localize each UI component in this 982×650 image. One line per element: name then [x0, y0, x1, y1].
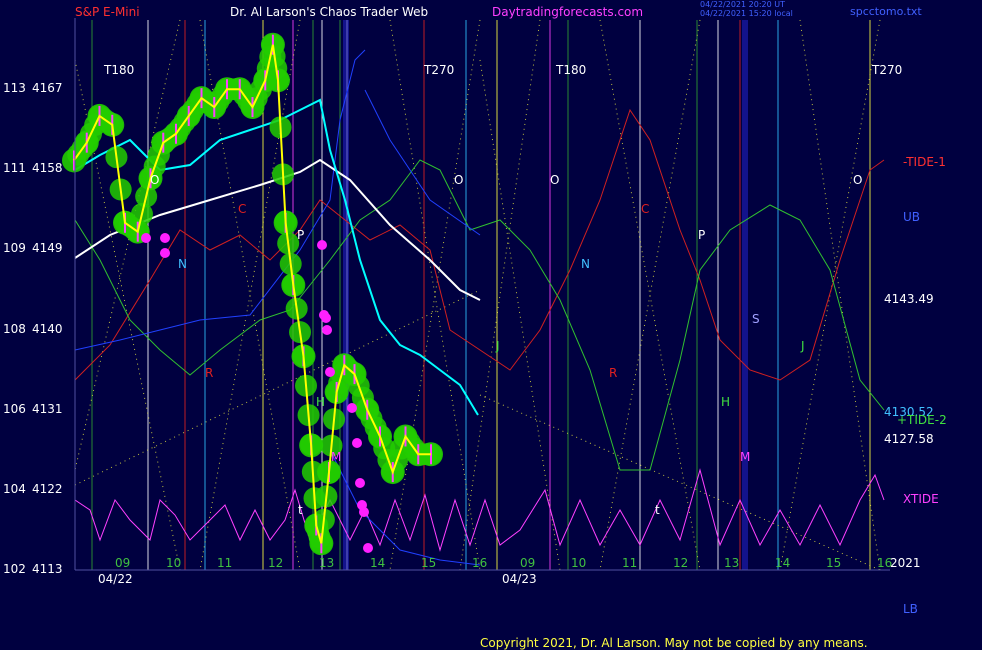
t270-marker-1: T270: [424, 63, 455, 77]
marker-j: J: [801, 339, 805, 353]
tide1-label: -TIDE-1: [903, 155, 946, 169]
x-tick-day1: 16: [472, 556, 488, 570]
value2-label: 4127.58: [884, 432, 934, 446]
x-tick-day2: 11: [622, 556, 638, 570]
x-tick-day1: 13: [319, 556, 335, 570]
t270-marker-2: T270: [872, 63, 903, 77]
y-label-esc: 108: [3, 321, 26, 336]
y-label-price: 4131: [32, 401, 63, 416]
pivot-dot: [347, 403, 357, 413]
y-label-price: 4158: [32, 161, 63, 176]
x-tick-day2: 10: [571, 556, 587, 570]
tide2-curve: [74, 159, 885, 471]
y-label-esc: 102: [3, 562, 26, 576]
x-tick-day2: 15: [826, 556, 842, 570]
symbol-label: S&P E-Mini: [75, 5, 140, 19]
pivot-dot: [325, 367, 335, 377]
marker-r: R: [205, 366, 214, 380]
marker-t: t: [298, 503, 303, 517]
marker-p: P: [698, 228, 706, 242]
t180-marker-2: T180: [556, 63, 587, 77]
x-tick-day2: 14: [775, 556, 791, 570]
x-tick-day1: 12: [268, 556, 284, 570]
y-label-esc: 104: [3, 481, 26, 496]
site-link[interactable]: Daytradingforecasts.com: [492, 5, 643, 19]
ub-curve-2: [364, 89, 481, 236]
marker-o: O: [550, 173, 560, 187]
marker-p: P: [297, 228, 305, 242]
marker-s: S: [752, 312, 760, 326]
price-series: [73, 34, 432, 554]
xtide-label: XTIDE: [903, 492, 939, 506]
marker-h: H: [316, 395, 326, 409]
pivot-dot: [141, 233, 151, 243]
xtide-curve: [74, 468, 885, 552]
x-tick-day1: 11: [217, 556, 233, 570]
chart-canvas: [62, 18, 890, 571]
timestamp-local: 04/22/2021 15:20 local: [700, 9, 793, 18]
date-day2: 04/23: [502, 572, 537, 586]
y-label-price: 4149: [32, 241, 63, 256]
x-tick-day2: 12: [673, 556, 689, 570]
year-label: 2021: [890, 556, 921, 570]
y-label-price: 4113: [32, 562, 63, 576]
x-tick-day1: 14: [370, 556, 386, 570]
timestamp-ut: 04/22/2021 20:20 UT: [700, 0, 785, 9]
t180-marker-1: T180: [104, 63, 135, 77]
marker-o: O: [853, 173, 863, 187]
y-label-esc: 109: [3, 241, 26, 256]
pivot-dot: [363, 543, 373, 553]
chart-title: Dr. Al Larson's Chaos Trader Web: [230, 5, 429, 19]
pivot-dot: [355, 478, 365, 488]
tide2-label: +TIDE-2: [897, 413, 947, 427]
y-label-esc: 111: [3, 161, 26, 176]
marker-m: M: [740, 450, 751, 464]
x-tick-day1: 10: [166, 556, 182, 570]
y-label-esc: 106: [3, 401, 26, 416]
marker-n: N: [178, 257, 187, 271]
y-label-price: 4122: [32, 481, 63, 496]
pivot-dot: [317, 240, 327, 250]
marker-c: C: [238, 202, 247, 216]
y-label-price: 4140: [32, 321, 63, 336]
fast-average: [74, 98, 479, 416]
pivot-dot: [160, 233, 170, 243]
x-tick-day2: 13: [724, 556, 740, 570]
marker-o: O: [150, 173, 160, 187]
marker-m: M: [331, 450, 342, 464]
copyright: Copyright 2021, Dr. Al Larson. May not b…: [480, 636, 868, 650]
date-day1: 04/22: [98, 572, 133, 586]
marker-o: O: [454, 173, 464, 187]
time-band: [742, 20, 748, 570]
tide1-curve: [74, 108, 885, 381]
marker-t: t: [655, 503, 660, 517]
price-line: [73, 44, 431, 544]
x-tick-day1: 15: [421, 556, 437, 570]
marker-h: H: [721, 395, 731, 409]
marker-j: J: [496, 339, 500, 353]
lb-label: LB: [903, 602, 918, 616]
marker-n: N: [581, 257, 590, 271]
marker-c: C: [641, 202, 650, 216]
pivot-dot: [359, 507, 369, 517]
x-tick-day1: 09: [115, 556, 131, 570]
last-price-label: 4143.49: [884, 292, 934, 306]
pivot-dot: [322, 325, 332, 335]
pivot-dot: [321, 313, 331, 323]
cycle-line: [479, 394, 881, 571]
y-label-price: 4167: [32, 81, 63, 96]
file-name: spcctomo.txt: [850, 5, 922, 18]
pivot-dot: [352, 438, 362, 448]
pivot-dot: [160, 248, 170, 258]
x-tick-day2: 09: [520, 556, 536, 570]
marker-r: R: [609, 366, 618, 380]
indicator-curves: [74, 49, 885, 566]
y-label-esc: 113: [3, 81, 26, 96]
ub-label: UB: [903, 210, 921, 224]
